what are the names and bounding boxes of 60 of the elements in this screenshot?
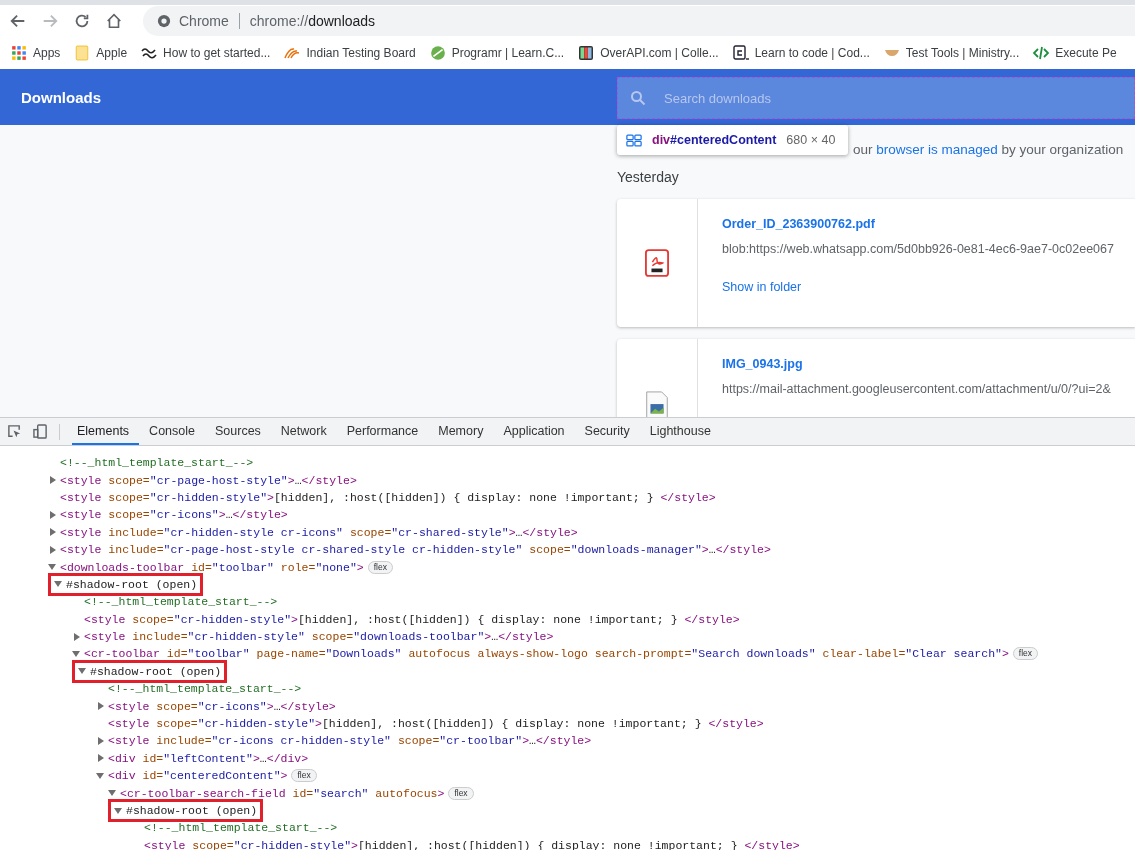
managed-link[interactable]: browser is managed xyxy=(876,141,998,157)
devtools-tab[interactable]: Security xyxy=(579,418,640,445)
code-line[interactable]: #shadow-root (open) xyxy=(66,577,198,591)
code-line[interactable]: #shadow-root (open) xyxy=(90,664,222,678)
bookmark[interactable]: Apple xyxy=(74,45,128,61)
code-line[interactable]: <!--_html_template_start_--> xyxy=(108,682,302,696)
layout-badge[interactable]: flex xyxy=(367,560,393,574)
code-line[interactable]: <style scope="cr-hidden-style">[hidden], :host([hidden]) { display: none !important; } </style> xyxy=(108,717,764,731)
code-line[interactable]: <!--_html_template_start_--> xyxy=(84,595,278,609)
devtools-tab[interactable]: Sources xyxy=(210,418,271,445)
file-name-link[interactable]: IMG_0943.jpg xyxy=(722,357,1111,371)
element-size: 680 × 40 xyxy=(786,133,836,147)
search-bar[interactable]: Search downloads xyxy=(617,77,1135,119)
show-in-folder-link[interactable]: Show in folder xyxy=(722,280,1114,294)
code-line[interactable]: <downloads-toolbar id="toolbar" role="none"> xyxy=(60,560,364,574)
bookmark[interactable]: Indian Testing Board xyxy=(284,45,416,61)
devtools-tab[interactable]: Memory xyxy=(433,418,494,445)
devtools-tab[interactable]: Lighthouse xyxy=(644,418,721,445)
bookmark[interactable]: Execute Pe xyxy=(1033,45,1117,61)
devtools-tab[interactable]: Application xyxy=(498,418,575,445)
code-line[interactable]: <div id="centeredContent"> xyxy=(108,769,288,783)
managed-notice: our browser is managed by your organization xyxy=(853,140,1124,157)
code-line[interactable]: <style include="cr-hidden-style cr-icons" scope="cr-shared-style">…</style> xyxy=(60,525,578,539)
code-line[interactable]: <style include="cr-hidden-style" scope="downloads-toolbar">…</style> xyxy=(84,630,554,644)
bookmark[interactable]: Programr | Learn.C... xyxy=(429,45,565,61)
source-url: blob:https://web.whatsapp.com/5d0bb926-0e81-4ec6-9ae7-0c02ee067 xyxy=(722,242,1114,256)
layout-badge[interactable]: flex xyxy=(448,786,474,800)
code-line[interactable]: <style scope="cr-page-host-style">…</style> xyxy=(60,473,357,487)
page-title: Downloads xyxy=(21,88,102,106)
url-text: chrome://downloads xyxy=(249,13,376,29)
code-line[interactable]: <style scope="cr-hidden-style">[hidden], :host([hidden]) { display: none !important; } </style> xyxy=(84,612,740,626)
layout-badge[interactable]: flex xyxy=(1012,647,1039,661)
code-line[interactable]: <style scope="cr-icons">…</style> xyxy=(60,508,288,522)
source-url: https://mail-attachment.googleusercontent.com/attachment/u/0/?ui=2& xyxy=(722,382,1111,396)
section-heading: Yesterday xyxy=(617,169,680,187)
devtools-tab[interactable]: Console xyxy=(144,418,205,445)
code-line[interactable]: <!--_html_template_start_--> xyxy=(60,456,254,470)
code-line[interactable]: <cr-toolbar id="toolbar" page-name="Downloads" autofocus always-show-logo search-prompt="Search downloads" clear-label="Clear search"> xyxy=(84,647,1009,661)
element-selector: div#centeredContent xyxy=(652,133,777,147)
code-line[interactable]: #shadow-root (open) xyxy=(126,804,258,817)
address-bar[interactable]: Chrome chrome://downloads xyxy=(143,6,1135,36)
code-line[interactable]: <cr-toolbar-search-field id="search" autofocus> xyxy=(120,786,445,800)
bookmark[interactable]: Learn to code | Cod... xyxy=(732,45,870,61)
code-line[interactable]: <style scope="cr-icons">…</style> xyxy=(108,699,336,713)
bookmark[interactable]: How to get started... xyxy=(141,45,271,61)
bookmark[interactable]: Apps xyxy=(11,45,61,61)
search-field[interactable]: Search downloads xyxy=(662,89,1134,107)
code-line[interactable]: <div id="leftContent">…</div> xyxy=(108,751,309,765)
devtools-tab[interactable]: Elements xyxy=(72,418,140,445)
file-name-link[interactable]: Order_ID_2363900762.pdf xyxy=(722,217,1114,231)
devtools-tab[interactable]: Network xyxy=(275,418,337,445)
layout-badge[interactable]: flex xyxy=(291,769,317,783)
site-label: Chrome xyxy=(179,13,229,29)
code-line[interactable]: <!--_html_template_start_--> xyxy=(144,821,338,835)
devtools-tab[interactable]: Performance xyxy=(341,418,429,445)
code-line[interactable]: <style scope="cr-hidden-style">[hidden], :host([hidden]) { display: none !important; } </style> xyxy=(60,490,716,504)
bookmark[interactable]: OverAPI.com | Colle... xyxy=(578,45,719,61)
code-line[interactable]: <style include="cr-icons cr-hidden-style" scope="cr-toolbar">…</style> xyxy=(108,734,592,748)
bookmark[interactable]: Test Tools | Ministry... xyxy=(883,45,1020,61)
code-line[interactable]: <style include="cr-page-host-style cr-shared-style cr-hidden-style" scope="downloads-manager">…</style> xyxy=(60,543,771,557)
